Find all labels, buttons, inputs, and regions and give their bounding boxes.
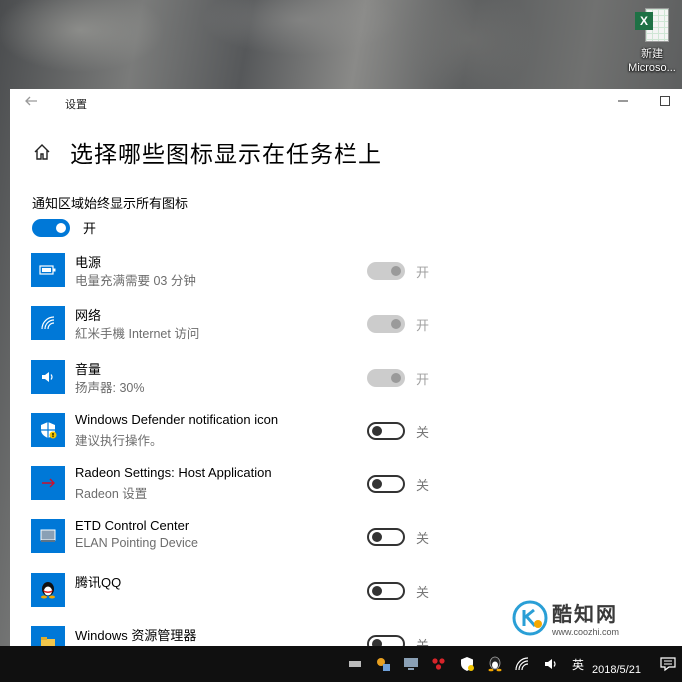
ime-indicator[interactable]: 英: [572, 656, 584, 673]
app-toggle-state: 关: [416, 531, 430, 547]
taskbar-date[interactable]: 2018/5/21: [592, 664, 641, 676]
app-name: Windows Defender notification icon: [75, 411, 279, 427]
list-item: Radeon Settings: Host Application Radeon…: [31, 462, 671, 515]
list-item: ETD Control Center ELAN Pointing Device …: [31, 515, 671, 568]
app-name: Windows 资源管理器: [75, 628, 197, 644]
app-toggle-state: 开: [416, 265, 430, 280]
always-show-state: 开: [83, 221, 97, 236]
watermark-url: www.coozhi.com: [552, 627, 620, 637]
minimize-button[interactable]: [616, 93, 630, 109]
excel-file-icon: X: [635, 8, 669, 44]
app-toggle-state: 关: [416, 638, 430, 646]
desktop-icon-label-line1: 新建: [641, 48, 663, 60]
title-bar: 设置: [10, 89, 682, 117]
back-arrow-icon[interactable]: [24, 94, 40, 110]
app-name: 网络: [75, 308, 102, 324]
app-subtitle: ELAN Pointing Device: [75, 536, 198, 551]
app-icon-list: 电源 电量充满需要 03 分钟 开 网络 紅米手機 Internet 访问 开 …: [31, 249, 671, 646]
system-tray: [346, 656, 559, 672]
app-toggle[interactable]: [367, 315, 405, 334]
monitor-tray-icon[interactable]: [402, 656, 419, 672]
speaker-icon: [31, 359, 65, 394]
app-toggle-state: 关: [416, 584, 430, 600]
app-toggle[interactable]: [367, 368, 405, 387]
wifi-icon: [31, 306, 65, 341]
touchpad-tray-icon[interactable]: [346, 656, 363, 672]
page-title: 选择哪些图标显示在任务栏上: [70, 141, 382, 167]
radeon-icon: [31, 466, 65, 501]
touchpad-icon: [31, 519, 65, 554]
app-name: 腾讯QQ: [75, 574, 122, 590]
coozhi-logo-icon: [512, 600, 548, 636]
watermark-title: 酷知网: [552, 604, 618, 626]
app-toggle-state: 开: [416, 371, 430, 387]
app-subtitle: 紅米手機 Internet 访问: [75, 327, 200, 342]
explorer-icon: [31, 626, 65, 646]
qq-tray-icon[interactable]: [486, 656, 503, 672]
home-icon[interactable]: [32, 142, 52, 162]
app-name: ETD Control Center: [75, 518, 190, 534]
app-toggle[interactable]: [367, 262, 405, 280]
action-center-icon[interactable]: [660, 656, 676, 672]
volume-tray-icon[interactable]: [542, 656, 559, 672]
app-toggle-state: 关: [416, 424, 430, 440]
app-subtitle: Radeon 设置: [75, 487, 148, 502]
always-show-label: 通知区域始终显示所有图标: [32, 196, 189, 211]
desktop-excel-file[interactable]: X 新建 Microso...: [624, 8, 680, 84]
app-toggle-state: 关: [416, 478, 430, 494]
app-subtitle: 电量充满需要 03 分钟: [75, 274, 196, 288]
app-subtitle: 建议执行操作。: [75, 433, 163, 448]
settings-window: 设置 选择哪些图标显示在任务栏上 通知区域始终显示所有图标 开 电源 电量充满需…: [10, 89, 682, 646]
list-item: 音量 扬声器: 30% 开: [31, 356, 671, 409]
desktop-icon-label-line2: Microso...: [628, 62, 676, 74]
battery-icon: [31, 253, 65, 287]
app-tray-icon-red[interactable]: [430, 656, 447, 672]
watermark: 酷知网 www.coozhi.com: [512, 598, 619, 637]
list-item: 网络 紅米手機 Internet 访问 开: [31, 302, 671, 355]
defender-tray-icon[interactable]: [458, 656, 475, 672]
defender-shield-icon: [31, 412, 65, 447]
app-name: 音量: [75, 361, 102, 377]
app-subtitle: 扬声器: 30%: [75, 380, 145, 395]
app-toggle[interactable]: [367, 528, 405, 547]
app-toggle[interactable]: [367, 421, 405, 440]
app-name: Radeon Settings: Host Application: [75, 465, 272, 481]
list-item: 电源 电量充满需要 03 分钟 开: [31, 249, 671, 302]
wifi-tray-icon[interactable]: [514, 656, 531, 672]
app-name: 电源: [75, 255, 102, 270]
maximize-button[interactable]: [660, 96, 670, 106]
app-toggle[interactable]: [367, 475, 405, 494]
always-show-toggle-row: 开: [32, 218, 96, 237]
list-item: Windows Defender notification icon 建议执行操…: [31, 409, 671, 462]
app-toggle-state: 开: [416, 318, 430, 334]
window-title: 设置: [65, 99, 87, 111]
app-toggle[interactable]: [367, 635, 405, 646]
always-show-toggle[interactable]: [32, 218, 70, 237]
qq-penguin-icon: [31, 572, 65, 607]
usb-tray-icon[interactable]: [374, 656, 391, 672]
app-toggle[interactable]: [367, 581, 405, 600]
taskbar: 英 2018/5/21: [0, 646, 682, 682]
